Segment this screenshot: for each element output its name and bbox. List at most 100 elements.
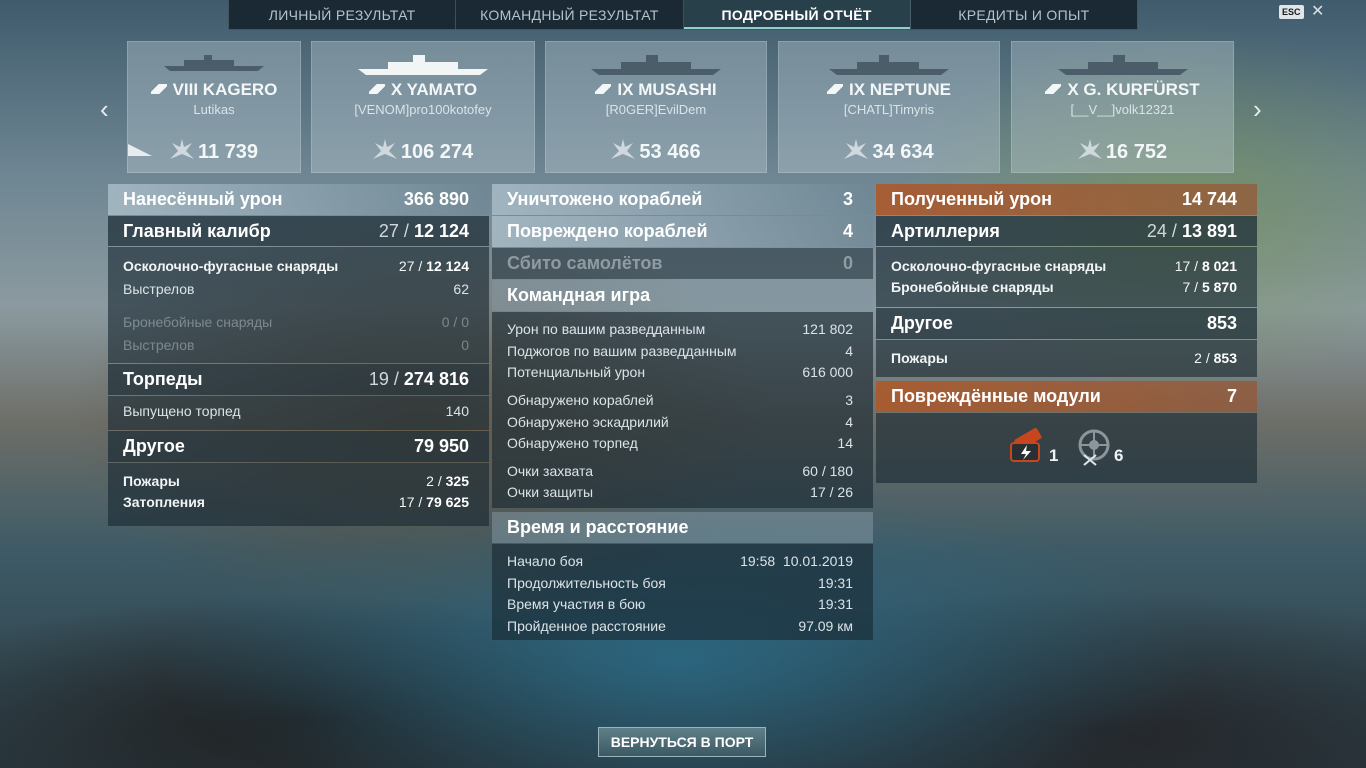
damaged-modules-label: Повреждённые модули xyxy=(891,386,1101,406)
tab-detailed-report[interactable]: ПОДРОБНЫЙ ОТЧЁТ xyxy=(683,0,911,29)
tab-personal-result[interactable]: ЛИЧНЫЙ РЕЗУЛЬТАТ xyxy=(229,0,457,29)
team-play-header: Командная игра xyxy=(492,280,873,311)
cruiser-silhouette-icon xyxy=(829,55,949,75)
player-name: [R0GER]EvilDem xyxy=(605,102,707,117)
artillery-received-header: Артиллерия 24 / 13 891 xyxy=(876,216,1257,246)
time-row: Время участия в бою 19:31 xyxy=(507,596,853,612)
battleship-silhouette-icon xyxy=(1057,55,1188,75)
floods-row: Затопления 17 / 79 625 xyxy=(123,494,469,510)
damage-score: 53 466 xyxy=(546,139,766,164)
chevron-right-icon[interactable]: › xyxy=(1253,94,1262,125)
ap-received-row: Бронебойные снаряды 7 / 5 870 xyxy=(891,279,1237,295)
damaged-modules-details: 1 6 xyxy=(876,413,1257,483)
team-play-label: Командная игра xyxy=(507,285,651,305)
planes-shot-value: 0 xyxy=(842,253,853,273)
ship-name-text: IX NEPTUNE xyxy=(848,80,952,99)
time-distance-details: Начало боя 19:58 10.01.2019 Продолжительн… xyxy=(492,544,873,640)
damage-burst-icon xyxy=(1077,139,1102,159)
main-battery-header: Главный калибр 27 / 12 124 xyxy=(108,216,489,246)
damage-dealt-label: Нанесённый урон xyxy=(123,189,283,209)
artillery-received-label: Артиллерия xyxy=(891,220,1000,241)
ship-name: IX NEPTUNE xyxy=(779,80,999,100)
player-name: [VENOM]pro100kotofey xyxy=(354,102,492,117)
team-row: Поджогов по вашим разведданным 4 xyxy=(507,343,853,359)
ship-name: X YAMATO xyxy=(312,80,534,100)
damage-received-header: Полученный урон 14 744 xyxy=(876,184,1257,215)
team-row: Обнаружено торпед 14 xyxy=(507,435,853,451)
other-damage-details: Пожары 2 / 325 Затопления 17 / 79 625 xyxy=(108,463,489,526)
damage-score: 16 752 xyxy=(1012,139,1233,164)
close-icon[interactable]: ✕ xyxy=(1311,1,1324,21)
team-row: Урон по вашим разведданным 121 802 xyxy=(507,321,853,337)
ship-card-musashi[interactable]: IX MUSASHI [R0GER]EvilDem 53 466 xyxy=(545,41,767,173)
artillery-received-details: Осколочно-фугасные снаряды 17 / 8 021 Бро… xyxy=(876,247,1257,307)
battleship-class-icon xyxy=(595,84,612,94)
other-damage-value: 79 950 xyxy=(413,436,469,456)
torpedo-tube-damaged-icon xyxy=(1010,428,1042,462)
other-damage-header: Другое 79 950 xyxy=(108,431,489,462)
battleship-class-icon xyxy=(368,84,385,94)
damaged-modules-value: 7 xyxy=(1226,386,1237,406)
torpedoes-header: Торпеды 19 / 274 816 xyxy=(108,364,489,395)
other-received-header: Другое 853 xyxy=(876,308,1257,339)
damage-score-value: 34 634 xyxy=(872,141,934,163)
ship-card-neptune[interactable]: IX NEPTUNE [CHATL]Timyris 34 634 xyxy=(778,41,1000,173)
team-row: Потенциальный урон 616 000 xyxy=(507,364,853,380)
time-distance-label: Время и расстояние xyxy=(507,517,689,537)
player-name: [CHATL]Timyris xyxy=(843,102,935,117)
destroyer-silhouette-icon xyxy=(164,55,264,71)
damage-dealt-value: 366 890 xyxy=(403,189,469,209)
tab-credits-and-xp[interactable]: КРЕДИТЫ И ОПЫТ xyxy=(911,0,1137,29)
planes-shot-label: Сбито самолётов xyxy=(507,253,663,273)
damage-score: 106 274 xyxy=(312,139,534,164)
ship-name-text: X YAMATO xyxy=(390,80,478,99)
time-row: Начало боя 19:58 10.01.2019 xyxy=(507,553,853,569)
fires-received-row: Пожары 2 / 853 xyxy=(891,350,1237,366)
ships-destroyed-header: Уничтожено кораблей 3 xyxy=(492,184,873,215)
module-steering-gear[interactable]: 6 xyxy=(1074,427,1123,467)
ship-name-text: VIII KAGERO xyxy=(172,80,278,99)
other-damage-label: Другое xyxy=(123,436,185,456)
damage-burst-icon xyxy=(844,139,869,159)
ship-name: VIII KAGERO xyxy=(128,80,300,100)
ship-card-yamato[interactable]: X YAMATO [VENOM]pro100kotofey 106 274 xyxy=(311,41,535,173)
ships-destroyed-label: Уничтожено кораблей xyxy=(507,189,703,209)
module-torpedo-tubes[interactable]: 1 xyxy=(1007,427,1058,467)
ship-name: IX MUSASHI xyxy=(546,80,766,100)
time-row: Пройденное расстояние 97.09 км xyxy=(507,618,853,634)
damage-score-value: 53 466 xyxy=(639,141,701,163)
steering-gear-icon xyxy=(1078,429,1110,466)
he-shells-row: Осколочно-фугасные снаряды 27 / 12 124 xyxy=(123,258,469,274)
time-row: Продолжительность боя 19:31 xyxy=(507,575,853,591)
damage-received-label: Полученный урон xyxy=(891,189,1052,209)
other-received-label: Другое xyxy=(891,313,953,333)
chevron-left-icon[interactable]: ‹ xyxy=(100,94,109,125)
damage-burst-icon xyxy=(611,139,636,159)
ship-card-kurfurst[interactable]: X G. KURFÜRST [__V__]volk12321 16 752 xyxy=(1011,41,1234,173)
fires-row: Пожары 2 / 325 xyxy=(123,473,469,489)
ship-card-kagero[interactable]: VIII KAGERO Lutikas 11 739 xyxy=(127,41,301,173)
player-name: Lutikas xyxy=(193,102,235,117)
artillery-received-value: 24 / 13 891 xyxy=(1146,220,1237,241)
main-battery-details: Осколочно-фугасные снаряды 27 / 12 124 Вы… xyxy=(108,247,489,363)
team-row: Очки защиты 17 / 26 xyxy=(507,484,853,500)
team-row: Обнаружено эскадрилий 4 xyxy=(507,414,853,430)
return-to-port-button[interactable]: ВЕРНУТЬСЯ В ПОРТ xyxy=(598,727,766,757)
damage-score: 11 739 xyxy=(128,139,300,164)
team-row: Обнаружено кораблей 3 xyxy=(507,392,853,408)
damage-dealt-header: Нанесённый урон 366 890 xyxy=(108,184,489,215)
tab-team-result[interactable]: КОМАНДНЫЙ РЕЗУЛЬТАТ xyxy=(456,0,684,29)
main-battery-label: Главный калибр xyxy=(123,220,271,241)
ships-destroyed-value: 3 xyxy=(842,189,853,209)
damage-burst-icon xyxy=(372,139,397,159)
torpedoes-fired-row: Выпущено торпед 140 xyxy=(123,403,469,419)
ships-damaged-value: 4 xyxy=(842,221,853,241)
damage-score: 34 634 xyxy=(779,139,999,164)
ship-name-text: X G. KURFÜRST xyxy=(1067,80,1200,99)
esc-key-badge[interactable]: ESC xyxy=(1279,5,1304,19)
main-battery-value: 27 / 12 124 xyxy=(378,220,469,241)
damage-received-value: 14 744 xyxy=(1181,189,1237,209)
cruiser-class-icon xyxy=(826,84,843,94)
other-received-value: 853 xyxy=(1206,313,1237,333)
battleship-silhouette-icon xyxy=(358,55,488,75)
